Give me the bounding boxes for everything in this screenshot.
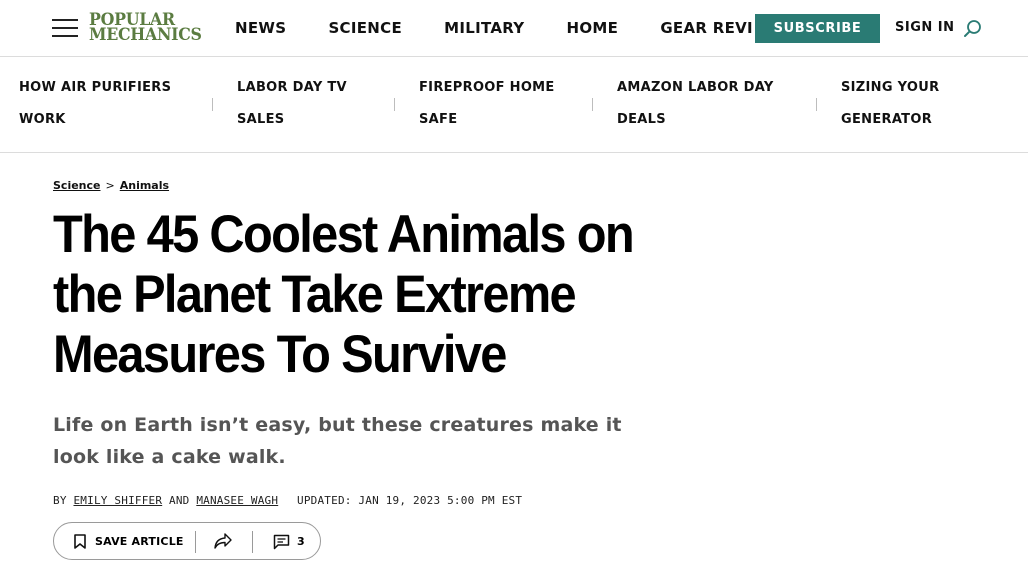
save-article-button[interactable]: SAVE ARTICLE xyxy=(54,523,195,559)
trending-link-line-1: FIREPROOF HOME xyxy=(419,80,555,95)
trending-link-amazon-deals[interactable]: AMAZON LABOR DAY DEALS xyxy=(617,72,797,136)
bookmark-icon xyxy=(74,534,86,549)
nav-home[interactable]: HOME xyxy=(567,0,619,57)
logo-line-2: MECHANICS xyxy=(89,25,202,45)
trending-link-line-2: SAFE xyxy=(419,112,458,127)
trending-link-labor-day-tv[interactable]: LABOR DAY TV SALES xyxy=(237,72,377,136)
nav-gear-reviews[interactable]: GEAR REVIEWS xyxy=(660,0,752,57)
site-header: POPULAR MECHANICS NEWS SCIENCE MILITARY … xyxy=(0,0,1028,57)
updated-timestamp: UPDATED: JAN 19, 2023 5:00 PM EST xyxy=(297,494,523,507)
save-article-label: SAVE ARTICLE xyxy=(95,535,184,548)
byline-and: AND xyxy=(169,494,190,507)
nav-military[interactable]: MILITARY xyxy=(444,0,524,57)
search-icon[interactable] xyxy=(963,19,983,39)
trending-link-line-1: LABOR DAY TV xyxy=(237,80,347,95)
breadcrumb: Science > Animals xyxy=(53,178,169,193)
breadcrumb-separator: > xyxy=(105,179,115,192)
trending-link-line-2: SALES xyxy=(237,112,285,127)
trending-link-line-2: GENERATOR xyxy=(841,112,933,127)
share-button[interactable] xyxy=(196,523,252,559)
nav-news[interactable]: NEWS xyxy=(235,0,286,57)
trending-divider xyxy=(394,98,395,111)
main-nav: NEWS SCIENCE MILITARY HOME GEAR REVIEWS xyxy=(235,0,752,57)
trending-link-air-purifiers[interactable]: HOW AIR PURIFIERS WORK xyxy=(19,72,194,136)
trending-link-line-2: DEALS xyxy=(617,112,666,127)
trending-divider xyxy=(592,98,593,111)
article-actions: SAVE ARTICLE 3 xyxy=(53,522,321,560)
trending-divider xyxy=(212,98,213,111)
article-dek: Life on Earth isn’t easy, but these crea… xyxy=(53,414,622,468)
trending-link-line-1: SIZING YOUR xyxy=(841,80,940,95)
comment-icon xyxy=(273,534,290,550)
trending-link-line-2: WORK xyxy=(19,112,66,127)
trending-link-line-1: HOW AIR PURIFIERS xyxy=(19,80,172,95)
author-link-manasee-wagh[interactable]: MANASEE WAGH xyxy=(196,494,278,507)
breadcrumb-animals[interactable]: Animals xyxy=(120,179,169,192)
trending-link-line-1: AMAZON LABOR DAY xyxy=(617,80,774,95)
comment-count: 3 xyxy=(297,535,305,548)
article-byline: BY EMILY SHIFFER AND MANASEE WAGH UPDATE… xyxy=(53,493,522,509)
sign-in-link[interactable]: SIGN IN xyxy=(895,19,955,37)
breadcrumb-science[interactable]: Science xyxy=(53,179,101,192)
byline-prefix: BY xyxy=(53,494,67,507)
share-icon xyxy=(214,533,232,549)
trending-link-fireproof-safe[interactable]: FIREPROOF HOME SAFE xyxy=(419,72,579,136)
author-link-emily-shiffer[interactable]: EMILY SHIFFER xyxy=(73,494,162,507)
trending-link-sizing-generator[interactable]: SIZING YOUR GENERATOR xyxy=(841,72,991,136)
article-title: The 45 Coolest Animals on the Planet Tak… xyxy=(53,205,635,384)
comments-button[interactable]: 3 xyxy=(253,523,320,559)
trending-divider xyxy=(816,98,817,111)
nav-science[interactable]: SCIENCE xyxy=(328,0,402,57)
trending-bar: HOW AIR PURIFIERS WORK LABOR DAY TV SALE… xyxy=(0,57,1028,153)
subscribe-button[interactable]: SUBSCRIBE xyxy=(755,14,880,43)
site-logo[interactable]: POPULAR MECHANICS xyxy=(89,12,211,45)
hamburger-menu-icon[interactable] xyxy=(52,16,78,40)
